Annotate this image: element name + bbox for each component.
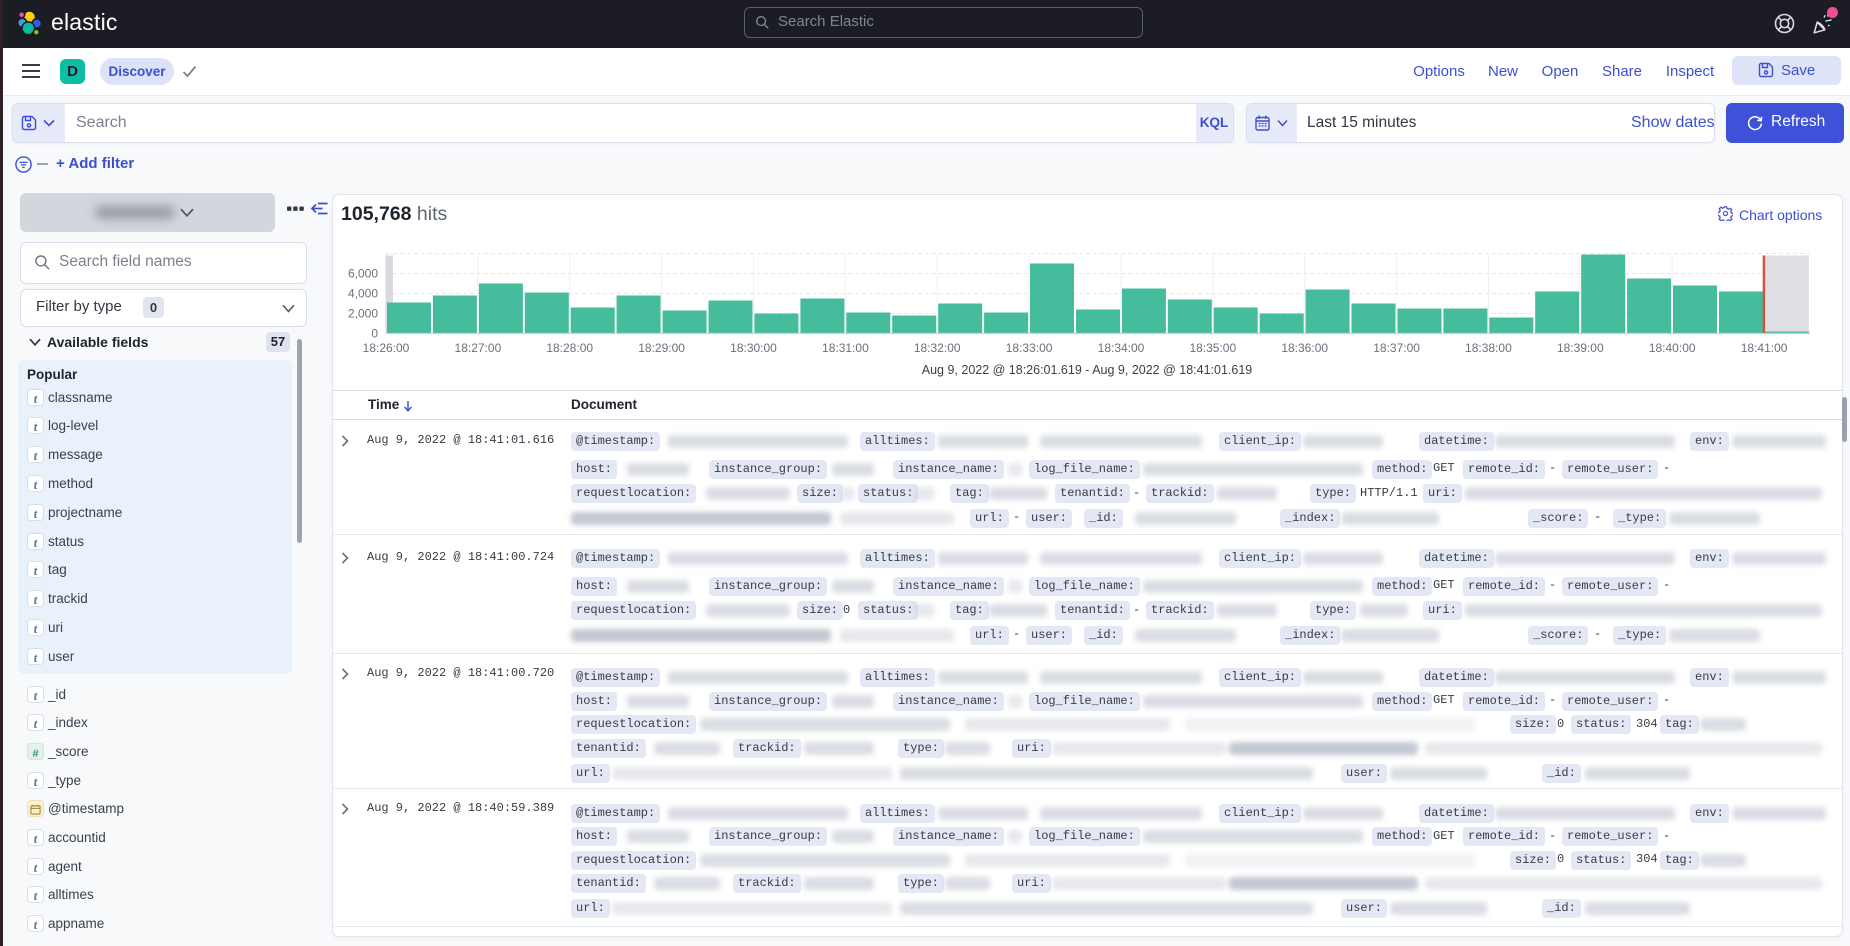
svg-text:18:32:00: 18:32:00: [914, 341, 961, 355]
svg-text:18:30:00: 18:30:00: [730, 341, 777, 355]
svg-text:2,000: 2,000: [348, 307, 378, 321]
svg-text:18:41:00: 18:41:00: [1741, 341, 1788, 355]
svg-text:18:37:00: 18:37:00: [1373, 341, 1420, 355]
svg-text:18:40:00: 18:40:00: [1649, 341, 1696, 355]
svg-text:18:35:00: 18:35:00: [1189, 341, 1236, 355]
svg-text:4,000: 4,000: [348, 287, 378, 301]
svg-text:18:26:00: 18:26:00: [363, 341, 410, 355]
svg-text:18:39:00: 18:39:00: [1557, 341, 1604, 355]
svg-text:0: 0: [371, 327, 378, 341]
svg-text:18:36:00: 18:36:00: [1281, 341, 1328, 355]
svg-text:18:27:00: 18:27:00: [455, 341, 502, 355]
svg-text:18:28:00: 18:28:00: [546, 341, 593, 355]
svg-text:18:34:00: 18:34:00: [1098, 341, 1145, 355]
svg-text:18:38:00: 18:38:00: [1465, 341, 1512, 355]
svg-text:18:31:00: 18:31:00: [822, 341, 869, 355]
svg-text:18:33:00: 18:33:00: [1006, 341, 1053, 355]
svg-text:6,000: 6,000: [348, 267, 378, 281]
svg-text:18:29:00: 18:29:00: [638, 341, 685, 355]
